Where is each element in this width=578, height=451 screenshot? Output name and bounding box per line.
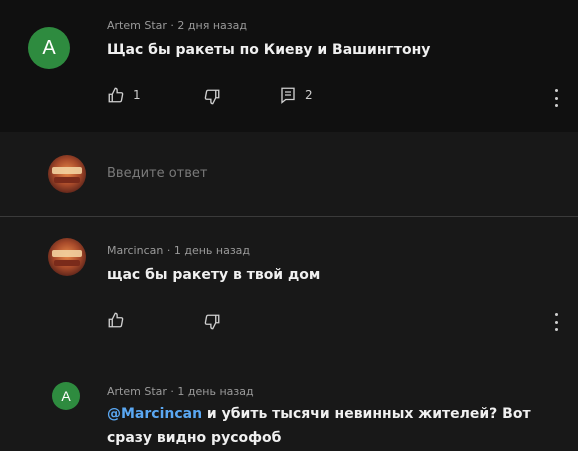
meta-separator: · [170,19,174,32]
like-button[interactable]: 1 [107,86,141,104]
comment-text: @Marcincan и убить тысячи невинных жител… [107,406,531,422]
reply-input[interactable]: Введите ответ [107,166,207,181]
dislike-button[interactable] [203,88,221,106]
like-button[interactable] [107,311,125,329]
more-vert-icon[interactable] [553,89,559,107]
avatar[interactable] [48,238,86,276]
meta-separator: · [170,385,174,398]
comment-text-part: и убить тысячи невинных жителей? Вот [202,406,531,422]
comment-text: Щас бы ракеты по Киеву и Вашингтону [107,42,431,58]
thumb-up-icon [107,86,125,104]
mention-link[interactable]: @Marcincan [107,406,202,422]
comment-icon [279,86,297,104]
comment-text-line2: сразу видно русофоб [107,430,282,446]
thumb-down-icon [203,88,221,106]
more-vert-icon[interactable] [553,313,559,331]
comment-meta: Artem Star · 1 день назад [107,385,254,398]
avatar[interactable]: A [28,27,70,69]
comment-meta: Marcincan · 1 день назад [107,244,250,257]
comment-meta: Artem Star · 2 дня назад [107,19,247,32]
top-comment-block [0,0,578,132]
replies-button[interactable]: 2 [279,86,313,104]
thumb-down-icon [203,313,221,331]
reply-count: 2 [305,88,313,102]
like-count: 1 [133,88,141,102]
avatar[interactable]: A [52,382,80,410]
comment-timestamp: 1 день назад [173,244,251,257]
meta-separator: · [166,244,171,257]
comment-author[interactable]: Artem Star [107,385,167,398]
avatar [48,155,86,193]
comment-timestamp: 2 дня назад [177,19,247,32]
divider [0,216,578,217]
comment-author[interactable]: Artem Star [107,19,167,32]
comment-author[interactable]: Marcincan [107,244,163,257]
thumb-up-icon [107,311,125,329]
comment-timestamp: 1 день назад [177,385,254,398]
dislike-button[interactable] [203,313,221,331]
comment-text: щас бы ракету в твой дом [107,267,321,283]
